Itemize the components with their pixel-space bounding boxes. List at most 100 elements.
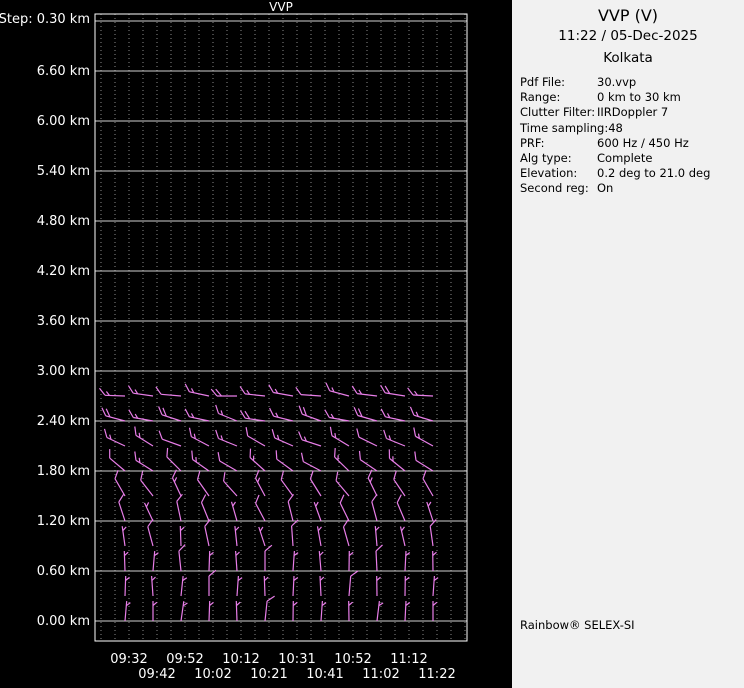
wind-barb-feather [353,407,359,416]
wind-barb-staff [204,526,210,547]
wind-barb-staff [389,457,406,472]
wind-barb-feather [134,451,137,461]
wind-barb-feather [134,426,137,436]
wind-barb-feather [147,518,154,528]
wind-barb-feather [166,447,169,457]
wind-barb-feather [266,595,275,602]
wind-barb-staff [106,436,126,447]
wind-barb-feather [215,404,220,414]
wind-barb-staff [161,438,182,447]
wind-barb-staff [152,551,156,572]
wind-barb-staff [319,575,322,597]
x-tick-label: 10:02 [194,667,231,682]
wind-barb-staff [123,550,126,572]
wind-barb-staff [320,600,323,622]
wind-barb-feather [380,408,386,418]
wind-barb-staff [197,479,210,497]
wind-barb-staff [235,600,238,622]
detail-label: Alg type: [520,151,572,166]
wind-barb-staff [180,601,185,622]
wind-barb-half-feather [235,551,240,556]
y-tick-label: 0.60 km [37,564,90,579]
wind-barb-staff [292,575,295,597]
wind-barb-half-feather [369,477,373,483]
vvp-time-height-plot: VVP Step: 0.30 km 6.60 km 6.00 km 5.40 km 4.8… [0,0,468,682]
wind-barb-half-feather [264,576,269,581]
wind-barb-staff [348,576,352,597]
wind-barb-feather [118,493,125,503]
detail-row: Pdf File: 30.vvp [520,75,744,90]
wind-barb-staff [404,600,407,622]
y-tick-label: 6.00 km [37,114,90,129]
wind-barb-feather [223,472,226,482]
wind-barb-staff [189,391,210,397]
wind-barb-half-feather [122,526,127,532]
y-tick-label: 3.60 km [37,314,90,329]
wind-barb-half-feather [151,576,156,581]
x-tick-label: 09:52 [166,652,203,667]
x-tick-label: 09:42 [138,667,175,682]
wind-barb-staff [301,413,322,422]
detail-value: On [597,181,614,196]
wind-barb-staff [236,575,239,597]
wind-barb-staff [104,394,126,397]
wind-barb-feather [356,428,360,438]
detail-row: Time sampling: 48 [520,121,744,136]
wind-barb-staff [413,414,434,422]
x-tick-label: 10:31 [278,652,315,667]
wind-barb-feather [269,407,275,417]
y-tick-label: 5.40 km [37,164,90,179]
wind-barb-staff [404,550,407,572]
wind-barb-staff [396,502,406,522]
wind-barb-feather [298,405,303,415]
wind-barb-feather [178,544,186,552]
wind-barb-half-feather [375,526,380,532]
y-tick-label: 3.00 km [37,364,90,379]
wind-barb-staff [192,459,210,472]
wind-barb-feather [158,430,163,440]
wind-barb-staff [331,435,350,447]
wind-barb-feather [339,494,345,504]
wind-barb-feather [300,452,304,462]
wind-barb-feather [158,406,163,416]
wind-barb-feather [275,450,278,460]
wind-barb-feather [184,383,190,393]
wind-barb-staff [218,412,238,422]
wind-barb-staff [358,436,378,447]
wind-barb-staff [273,391,294,397]
wind-barb-staff [200,502,210,522]
wind-barb-feather [350,570,359,577]
wind-barb-staff [375,550,378,572]
wind-barb-feather [191,450,194,460]
wind-barb-feather [268,384,274,393]
detail-row: Second reg: On [520,181,744,196]
product-datetime: 11:22 / 05-Dec-2025 [558,28,698,44]
wind-barb-feather [409,406,415,416]
detail-row: Range: 0 km to 30 km [520,90,744,105]
wind-barb-staff [273,415,294,422]
wind-barb-half-feather [138,432,141,438]
detail-label: Clutter Filter: [520,105,596,120]
wind-barb-staff [432,575,435,597]
product-details: Pdf File: 30.vvp Range: 0 km to 30 km Clutte… [520,75,744,197]
wind-barb-feather [264,544,273,552]
wind-barb-half-feather [236,601,241,606]
wind-barb-feather [358,450,361,460]
wind-barb-half-feather [401,526,405,532]
wind-barb-feather [324,409,330,418]
x-tick-label: 10:12 [222,652,259,667]
wind-barb-feather [101,407,107,417]
y-tick-label: 4.20 km [37,264,90,279]
wind-barb-feather [414,451,417,461]
wind-barb-half-feather [124,551,129,556]
wind-barb-staff [255,478,266,497]
wind-barb-half-feather [234,526,240,532]
wind-barb-feather [184,408,190,418]
detail-row: Alg type: Complete [520,151,744,166]
y-tick-label: 1.20 km [37,514,90,529]
wind-barb-staff [124,575,127,597]
detail-value: Complete [597,151,653,166]
wind-barb-staff [385,416,406,422]
info-panel: VVP (V) 11:22 / 05-Dec-2025 Kolkata Pdf … [512,0,744,688]
wind-barb-feather [215,429,220,439]
